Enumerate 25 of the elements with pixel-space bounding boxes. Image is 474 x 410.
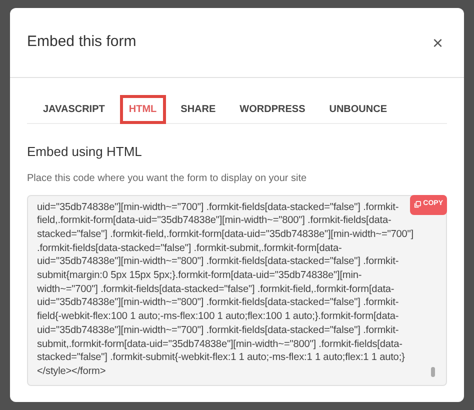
code-box[interactable] xyxy=(27,194,447,386)
copy-icon xyxy=(414,201,422,208)
code-line: field,.formkit-form[data-uid="35db74838e"][min-width~="800"] .formkit-fields[data- xyxy=(37,214,392,228)
tab[interactable]: UNBOUNCE xyxy=(321,96,396,123)
tab[interactable]: SHARE xyxy=(172,96,224,123)
code-line: width~="700"] .formkit-fields[data-stacked="false"] .formkit-field,.formkit-form[data- xyxy=(37,282,394,296)
code-line: field{-webkit-flex:100 1 auto;-ms-flex:100 1 auto;flex:100 1 auto;}.formkit-form[data- xyxy=(37,310,399,324)
tab[interactable]: HTML xyxy=(120,96,165,123)
code-line: uid="35db74838e"][min-width~="700"] .formkit-fields[data-stacked="false"] .formkit- xyxy=(37,200,399,214)
section-description: Place this code where you want the form to display on your site xyxy=(27,172,308,186)
code-line: uid="35db74838e"][min-width~="800"] .formkit-fields[data-stacked="false"] .formkit- xyxy=(37,255,399,270)
code-line: submit,.formkit-form[data-uid="35db74838e"][min-width~="800"] .formkit-fields[data- xyxy=(37,338,402,352)
code-line: uid="35db74838e"][min-width~="700"] .formkit-fields[data-stacked="false"] .formkit- xyxy=(37,324,399,338)
tab[interactable]: WORDPRESS xyxy=(232,96,314,123)
code-line: stacked="false"] .formkit-field,.formkit-form[data-uid="35db74838e"][min-width~="700"] xyxy=(37,228,414,242)
scrollbar-thumb[interactable] xyxy=(431,366,435,376)
tab[interactable]: JAVASCRIPT xyxy=(35,96,113,123)
code-line: uid="35db74838e"][min-width~="800"] .formkit-fields[data-stacked="false"] .formkit- xyxy=(37,296,399,310)
dialog-title: Embed this form xyxy=(27,32,136,52)
code-line: submit{margin:0 5px 15px 5px;}.formkit-form[data-uid="35db74838e"][min- xyxy=(37,269,362,283)
close-button[interactable]: × xyxy=(428,34,447,52)
code-line: .formkit-fields[data-stacked="false"] .formkit-submit,.formkit-form[data- xyxy=(37,242,342,256)
section-heading: Embed using HTML xyxy=(27,143,143,161)
code-line: </style></form> xyxy=(37,364,106,379)
code-line: stacked="false"] .formkit-submit{-webkit-flex:1 1 auto;-ms-flex:1 1 auto;flex:1 1 auto;} xyxy=(37,351,405,365)
